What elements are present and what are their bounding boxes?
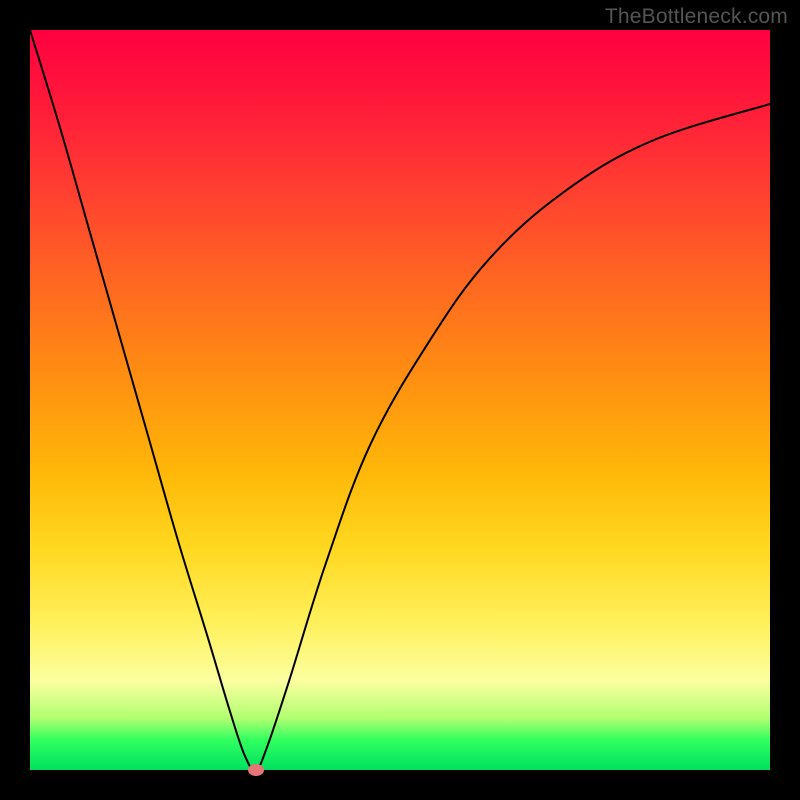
bottleneck-curve [30,30,770,770]
curve-path [30,30,770,770]
minimum-marker [248,764,264,776]
plot-area [30,30,770,770]
chart-container: TheBottleneck.com [0,0,800,800]
watermark-text: TheBottleneck.com [605,5,788,29]
